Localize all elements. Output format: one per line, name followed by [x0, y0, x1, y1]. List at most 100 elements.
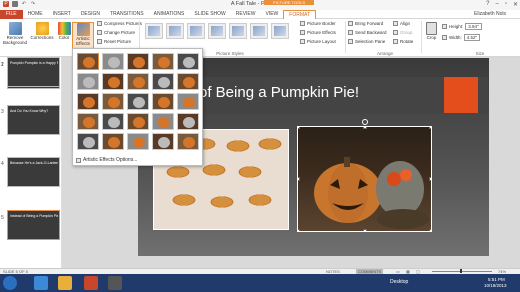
effect-preview[interactable] — [127, 53, 149, 70]
style-thumb[interactable] — [187, 23, 205, 39]
resize-handle[interactable] — [363, 127, 367, 129]
slide-thumbnail-4[interactable]: Because He's a Jack-O-Lantern! — [7, 157, 60, 187]
resize-handle[interactable] — [363, 229, 367, 231]
pumpkin-preview-icon — [83, 57, 95, 68]
effect-preview[interactable] — [177, 93, 199, 110]
send-backward-button[interactable]: Send Backward — [348, 29, 387, 36]
change-picture-button[interactable]: Change Picture — [97, 29, 135, 36]
style-thumb[interactable] — [271, 23, 289, 39]
tab-slide-show[interactable]: SLIDE SHOW — [189, 10, 230, 19]
effect-preview[interactable] — [77, 93, 99, 110]
desktop-label[interactable]: Desktop — [390, 279, 408, 285]
user-name[interactable]: Elizabeth Nols — [474, 11, 506, 17]
selection-pane-label: Selection Pane — [355, 39, 386, 44]
effect-preview[interactable] — [127, 113, 149, 130]
zoom-thumb[interactable] — [460, 269, 462, 273]
tab-view[interactable]: VIEW — [261, 10, 284, 19]
effect-preview[interactable] — [152, 53, 174, 70]
style-thumb[interactable] — [208, 23, 226, 39]
slide-thumbnail-2[interactable]: Pumpkin Pumpkin is a Happy Pumpkin — [7, 57, 60, 87]
title-bar: P ↶ ↷ A Fall Tale - PowerPoint PICTURE T… — [0, 0, 520, 10]
slide-title[interactable]: of Being a Pumpkin Pie! — [199, 84, 359, 101]
rotate-handle[interactable] — [362, 119, 368, 125]
tab-design[interactable]: DESIGN — [76, 10, 105, 19]
tab-home[interactable]: HOME — [23, 10, 48, 19]
rotate-icon — [393, 39, 398, 44]
tab-transitions[interactable]: TRANSITIONS — [105, 10, 149, 19]
send-backward-icon — [348, 30, 353, 35]
jack-o-lantern-picture[interactable] — [297, 126, 432, 232]
remove-background-button[interactable]: Remove Background — [2, 22, 28, 45]
effect-preview[interactable] — [127, 133, 149, 150]
effect-preview[interactable] — [177, 133, 199, 150]
maximize-icon[interactable]: ▫ — [505, 1, 507, 8]
powerpoint-taskbar-icon[interactable] — [84, 276, 98, 290]
reset-picture-button[interactable]: Reset Picture — [97, 38, 131, 45]
artistic-effects-options[interactable]: Artistic Effects Options... — [76, 157, 137, 163]
pumpkin-preview-icon — [183, 97, 195, 108]
resize-handle[interactable] — [298, 177, 300, 181]
start-icon[interactable] — [3, 276, 17, 290]
resize-handle[interactable] — [429, 229, 431, 231]
effect-preview[interactable] — [152, 93, 174, 110]
effect-preview[interactable] — [102, 93, 124, 110]
color-button[interactable]: Color — [56, 22, 72, 40]
height-input[interactable]: 3.94" — [465, 23, 482, 30]
effect-preview[interactable] — [177, 53, 199, 70]
style-thumb[interactable] — [250, 23, 268, 39]
send-backward-label: Send Backward — [355, 30, 387, 35]
picture-border-button[interactable]: Picture Border — [300, 20, 336, 27]
resize-handle[interactable] — [298, 127, 300, 129]
effect-preview[interactable] — [102, 73, 124, 90]
app-icon[interactable] — [108, 276, 122, 290]
effect-preview[interactable] — [127, 73, 149, 90]
effect-preview[interactable] — [102, 133, 124, 150]
slide-thumbnail-5[interactable]: Instead of Being a Pumpkin Pie! — [7, 210, 60, 240]
effect-preview[interactable] — [77, 73, 99, 90]
effect-preview[interactable] — [152, 73, 174, 90]
effect-preview[interactable] — [152, 133, 174, 150]
align-button[interactable]: Align — [393, 20, 410, 27]
picture-layout-button[interactable]: Picture Layout — [300, 38, 336, 45]
resize-handle[interactable] — [429, 127, 431, 129]
effect-preview[interactable] — [102, 53, 124, 70]
tab-file[interactable]: FILE — [0, 9, 23, 19]
tab-review[interactable]: REVIEW — [231, 10, 261, 19]
crop-button[interactable]: Crop — [424, 22, 439, 40]
selection-pane-button[interactable]: Selection Pane — [348, 38, 385, 45]
width-input[interactable]: 4.52" — [463, 34, 481, 41]
slide-number: 4 — [1, 161, 4, 167]
zoom-slider[interactable] — [432, 271, 492, 272]
effect-preview[interactable] — [177, 113, 199, 130]
resize-handle[interactable] — [429, 177, 431, 181]
help-icon[interactable]: ? — [486, 1, 489, 8]
style-thumb[interactable] — [145, 23, 163, 39]
style-thumb[interactable] — [166, 23, 184, 39]
tab-format[interactable]: FORMAT — [283, 9, 317, 19]
effect-preview[interactable] — [77, 133, 99, 150]
group-button[interactable]: Group — [393, 29, 413, 36]
effect-preview[interactable] — [127, 93, 149, 110]
close-icon[interactable]: ✕ — [513, 1, 518, 8]
effect-preview[interactable] — [77, 53, 99, 70]
effect-preview[interactable] — [102, 113, 124, 130]
effect-preview[interactable] — [152, 113, 174, 130]
separator — [421, 21, 422, 53]
picture-effects-button[interactable]: Picture Effects — [300, 29, 336, 36]
tab-animations[interactable]: ANIMATIONS — [149, 10, 190, 19]
corrections-button[interactable]: Corrections — [30, 22, 54, 40]
style-thumb[interactable] — [229, 23, 247, 39]
effect-preview[interactable] — [77, 113, 99, 130]
slide-thumbnail-3[interactable]: And Do You Know Why? — [7, 105, 60, 135]
explorer-icon[interactable] — [58, 276, 72, 290]
rotate-button[interactable]: Rotate — [393, 38, 413, 45]
pumpkin-preview-icon — [183, 117, 195, 128]
artistic-effects-gallery: Artistic Effects Options... — [72, 48, 203, 166]
ie-icon[interactable] — [34, 276, 48, 290]
bring-forward-button[interactable]: Bring Forward — [348, 20, 383, 27]
minimize-icon[interactable]: – — [495, 1, 498, 8]
tab-insert[interactable]: INSERT — [48, 10, 76, 19]
compress-pictures-button[interactable]: Compress Pictures — [97, 20, 142, 27]
resize-handle[interactable] — [298, 229, 300, 231]
effect-preview[interactable] — [177, 73, 199, 90]
